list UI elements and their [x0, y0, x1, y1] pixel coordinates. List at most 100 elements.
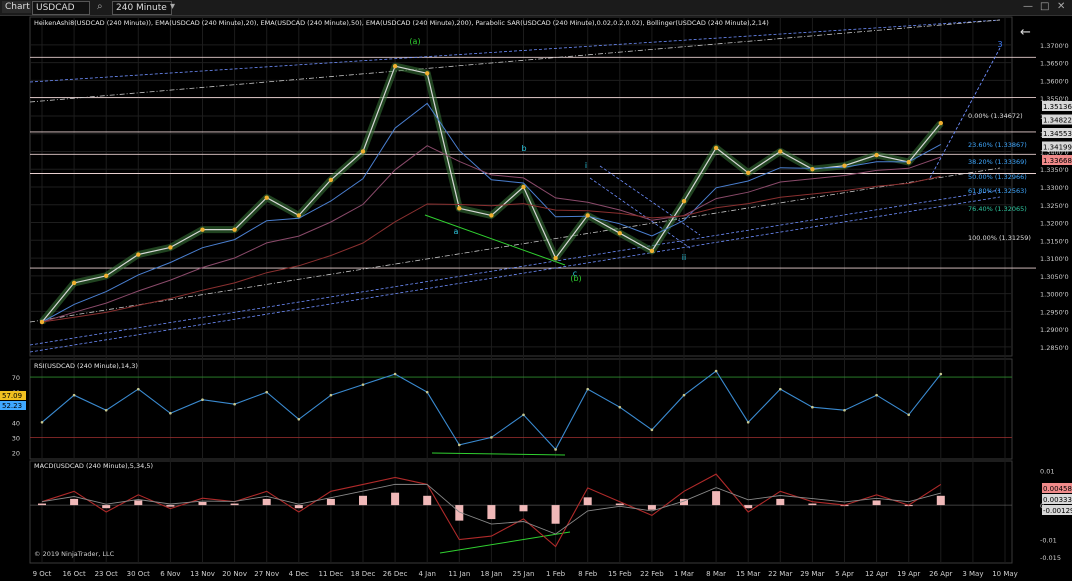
macd-histogram-bar [712, 491, 721, 506]
macd-histogram-bar [487, 505, 496, 520]
close-icon[interactable]: ✕ [1057, 1, 1065, 13]
panel-frame [29, 358, 1013, 460]
macd-label: MACD(USDCAD (240 Minute),5,34,5) [34, 462, 153, 470]
x-tick-label: 25 Jan [513, 570, 535, 578]
macd-histogram-bar [294, 505, 303, 509]
rsi-point [618, 405, 622, 409]
fib-level-label: 23.60% (1.33867) [968, 141, 1027, 149]
price-point [392, 64, 398, 69]
rsi-point [843, 408, 846, 412]
price-tick-label: 1.3650'0 [1040, 60, 1069, 68]
x-tick-label: 29 Mar [800, 570, 824, 578]
rsi-point [907, 413, 910, 417]
price-point [521, 184, 526, 190]
rsi-point [40, 421, 44, 424]
price-tick-label: 1.2950'0 [1040, 308, 1069, 316]
wave-label: (a) [409, 37, 420, 46]
macd-histogram-bar [615, 503, 624, 506]
x-tick-label: 9 Oct [33, 570, 52, 578]
timeframe-selector[interactable]: 240 Minute [112, 1, 172, 15]
x-tick-label: 5 Apr [835, 570, 854, 578]
price-point [232, 227, 237, 232]
x-tick-label: 26 Apr [929, 570, 952, 578]
rsi-point [522, 413, 525, 417]
wave-label: i [585, 161, 587, 170]
price-chart[interactable]: 9 Oct 16 Oct 23 Oct 30 Oct 6 Nov 13 Nov 20 Nov… [0, 16, 1072, 581]
search-icon[interactable]: ⌕ [97, 1, 103, 13]
price-point [71, 280, 77, 286]
price-point [649, 248, 655, 254]
price-tick-label: 1.3300'0 [1040, 184, 1069, 192]
price-tick-label: 1.3000'0 [1040, 291, 1069, 299]
price-point [328, 177, 334, 183]
price-point [104, 273, 109, 279]
rsi-point [490, 436, 493, 439]
x-tick-label: 11 Dec [319, 570, 344, 578]
macd-histogram-bar [391, 492, 400, 506]
macd-badge-text: 0.00333 [1043, 496, 1072, 504]
rsi-point [811, 405, 814, 409]
x-tick-label: 18 Jan [480, 570, 502, 578]
price-tick-label: 1.2900'0 [1040, 326, 1069, 334]
x-tick-label: 20 Nov [222, 570, 247, 578]
rsi-point [746, 421, 750, 424]
rsi-badge-text: 52.23 [2, 402, 22, 410]
price-tick-label: 1.3350'0 [1040, 166, 1069, 174]
macd-histogram-bar [872, 500, 881, 506]
rsi-point [233, 402, 236, 406]
price-badge-text: 1.33668 [1043, 157, 1072, 165]
price-tick-label: 1.3700'0 [1040, 42, 1069, 50]
price-point [264, 195, 269, 200]
rsi-point [554, 448, 557, 451]
macd-histogram-bar [519, 505, 528, 512]
chart-tab[interactable]: Chart [2, 1, 31, 13]
maximize-icon[interactable]: □ [1040, 1, 1049, 13]
fib-level-label: 100.00% (1.31259) [968, 234, 1031, 242]
macd-histogram-bar [166, 505, 175, 507]
price-tick-label: 1.3250'0 [1040, 202, 1069, 210]
price-point [810, 167, 815, 172]
rsi-point [265, 390, 269, 394]
price-badge-text: 1.34553 [1043, 130, 1072, 138]
x-tick-label: 23 Oct [95, 570, 118, 578]
rsi-point [361, 383, 365, 386]
rsi-point [137, 387, 140, 391]
rsi-point [72, 393, 76, 397]
macd-tick-label: 0.01 [1040, 468, 1054, 476]
x-tick-label: 15 Feb [608, 570, 632, 578]
fib-level-label: 61.80% (1.32563) [968, 187, 1027, 195]
instrument-selector[interactable]: USDCAD [32, 1, 90, 15]
fib-level-label: 38.20% (1.33369) [968, 158, 1027, 166]
minimize-icon[interactable]: — [1023, 1, 1033, 13]
chart-toolbar: Chart USDCAD ⌕ 240 Minute ▾ — □ ✕ [0, 0, 1072, 16]
price-tick-label: 1.3600'0 [1040, 77, 1069, 85]
rsi-point [329, 393, 333, 397]
fib-level-label: 0.00% (1.34672) [968, 112, 1023, 120]
macd-badge-text: -0.00129 [1043, 507, 1072, 515]
wave-label: (b) [570, 274, 581, 283]
macd-histogram-bar [70, 498, 79, 506]
price-point [168, 245, 173, 250]
fib-level-label: 50.00% (1.32966) [968, 173, 1027, 181]
x-tick-label: 27 Nov [254, 570, 279, 578]
x-tick-label: 18 Dec [351, 570, 376, 578]
x-tick-label: 4 Dec [289, 570, 309, 578]
price-point [938, 120, 943, 126]
macd-histogram-bar [359, 495, 367, 506]
rsi-point [939, 372, 943, 376]
price-tick-label: 1.3100'0 [1040, 255, 1069, 263]
wave-label: 3 [997, 40, 1002, 49]
macd-histogram-bar [423, 495, 432, 506]
x-tick-label: 10 May [992, 570, 1018, 578]
price-point [489, 213, 494, 218]
macd-histogram-bar [647, 505, 656, 510]
x-tick-label: 22 Feb [640, 570, 664, 578]
price-point [39, 319, 45, 325]
chevron-down-icon[interactable]: ▾ [170, 1, 175, 13]
x-tick-label: 1 Mar [674, 570, 694, 578]
rsi-point [650, 428, 654, 432]
rsi-point [682, 393, 686, 397]
x-tick-label: 6 Nov [160, 570, 180, 578]
price-point [553, 255, 558, 261]
x-tick-label: 30 Oct [127, 570, 150, 578]
